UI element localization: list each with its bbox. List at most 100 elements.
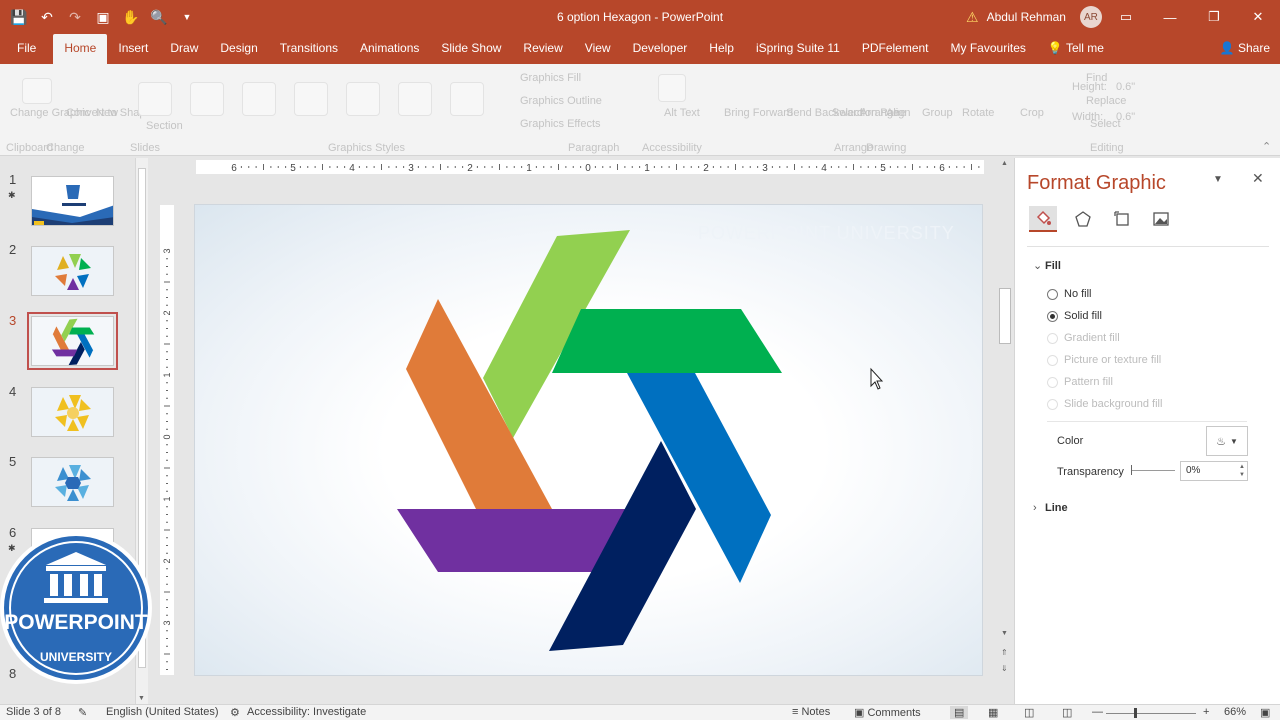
radio-button[interactable]	[1047, 332, 1058, 344]
collapse-ribbon-icon[interactable]: ⌃	[1262, 140, 1271, 153]
pane-options-icon[interactable]: ▼	[1213, 174, 1223, 185]
slide-canvas[interactable]: POWERPOINT UNIVERSITY	[194, 204, 983, 676]
avatar[interactable]: AR	[1079, 6, 1102, 28]
style-swatch[interactable]	[294, 82, 328, 116]
tab-home[interactable]: Home	[53, 34, 108, 64]
present-icon[interactable]: ▣	[92, 6, 114, 28]
customize-icon[interactable]: ▼	[176, 6, 198, 28]
picture-icon[interactable]	[1147, 206, 1175, 232]
fit-to-window-icon[interactable]: ▣	[1260, 706, 1270, 719]
tab-file[interactable]: File	[0, 34, 53, 64]
accessibility-status[interactable]: Accessibility: Investigate	[247, 706, 366, 718]
radio-button[interactable]	[1047, 288, 1058, 300]
scroll-down-icon[interactable]: ▼	[138, 695, 145, 702]
no-fill-option[interactable]: No fill	[1047, 288, 1092, 300]
new-slide-button[interactable]: New	[96, 107, 118, 119]
pattern-fill-option[interactable]: Pattern fill	[1047, 376, 1113, 388]
tab-draw[interactable]: Draw	[159, 34, 209, 64]
select-button[interactable]: Select	[1090, 118, 1121, 130]
zoom-in-icon[interactable]: +	[1203, 706, 1209, 718]
graphics-outline-button[interactable]: Graphics Outline	[520, 95, 602, 107]
notes-button[interactable]: ≡ Notes	[792, 706, 830, 718]
editor-scrollbar-thumb[interactable]	[999, 288, 1011, 344]
graphics-fill-button[interactable]: Graphics Fill	[520, 72, 581, 84]
alt-text-icon[interactable]	[658, 74, 686, 102]
close-icon[interactable]: ✕	[1236, 0, 1280, 34]
section-button[interactable]: Section	[146, 120, 183, 132]
green-segment[interactable]	[552, 309, 782, 373]
transparency-slider[interactable]	[1131, 465, 1175, 475]
find-button[interactable]: Find	[1086, 72, 1107, 84]
style-swatch[interactable]	[190, 82, 224, 116]
effects-icon[interactable]	[1069, 206, 1097, 232]
style-swatch[interactable]	[138, 82, 172, 116]
radio-button[interactable]	[1047, 398, 1058, 410]
slide-thumbnail-2[interactable]	[31, 246, 114, 296]
style-swatch[interactable]	[242, 82, 276, 116]
align-button[interactable]: Align	[886, 107, 910, 119]
tab-pdfelement[interactable]: PDFelement	[851, 34, 940, 64]
slideshow-icon[interactable]: ◫	[1062, 706, 1072, 719]
tell-me[interactable]: 💡 Tell me	[1037, 34, 1115, 64]
minimize-icon[interactable]: —	[1148, 0, 1192, 34]
fill-line-icon[interactable]	[1029, 206, 1057, 232]
tab-slide-show[interactable]: Slide Show	[430, 34, 512, 64]
rotate-button[interactable]: Rotate	[962, 107, 994, 119]
slide-thumbnail-3[interactable]	[27, 312, 118, 370]
style-swatch[interactable]	[450, 82, 484, 116]
scroll-down-icon[interactable]: ▼	[1001, 630, 1008, 637]
tab-design[interactable]: Design	[209, 34, 268, 64]
next-slide-icon[interactable]: ⇓	[1001, 664, 1008, 673]
group-button[interactable]: Group	[922, 107, 953, 119]
tab-insert[interactable]: Insert	[107, 34, 159, 64]
zoom-level[interactable]: 66%	[1224, 706, 1246, 718]
slide-thumbnail-1[interactable]	[31, 176, 114, 226]
spellcheck-icon[interactable]: ✎	[78, 706, 87, 719]
crop-button[interactable]: Crop	[1020, 107, 1044, 119]
slide-thumbnail-5[interactable]	[31, 457, 114, 507]
save-icon[interactable]: 💾	[8, 6, 30, 28]
ribbon-display-icon[interactable]: ▭	[1104, 0, 1148, 34]
purple-segment[interactable]	[397, 509, 628, 572]
graphics-effects-button[interactable]: Graphics Effects	[520, 118, 601, 130]
style-swatch[interactable]	[398, 82, 432, 116]
spinner-icon[interactable]: ▲ ▼	[1239, 463, 1245, 479]
touch-mode-icon[interactable]: ✋	[120, 6, 142, 28]
slide-background-fill-option[interactable]: Slide background fill	[1047, 398, 1162, 410]
color-picker-button[interactable]: ♨ ▼	[1206, 426, 1248, 456]
radio-button[interactable]	[1047, 354, 1058, 366]
zoom-slider-thumb[interactable]	[1134, 708, 1137, 718]
size-properties-icon[interactable]	[1108, 206, 1136, 232]
tab-my-favourites[interactable]: My Favourites	[940, 34, 1037, 64]
radio-button[interactable]	[1047, 310, 1058, 322]
user-area[interactable]: ⚠ Abdul Rehman AR	[966, 0, 1102, 34]
comments-button[interactable]: ▣ Comments	[854, 706, 921, 719]
height-input[interactable]: 0.6"	[1116, 81, 1135, 93]
picture-texture-fill-option[interactable]: Picture or texture fill	[1047, 354, 1161, 366]
tab-help[interactable]: Help	[698, 34, 745, 64]
alt-text-button[interactable]: Alt Text	[664, 107, 700, 119]
tab-view[interactable]: View	[574, 34, 622, 64]
undo-icon[interactable]: ↶	[36, 6, 58, 28]
vertical-ruler[interactable]: 3 2 1 0 1 2 3	[160, 205, 174, 675]
redo-icon[interactable]: ↷	[64, 6, 86, 28]
horizontal-ruler[interactable]: 6 5 4 3 2 1 0 1 2 3 4 5 6	[196, 160, 984, 174]
editor-scrollbar[interactable]: ▲ ▼ ⇑ ⇓	[998, 158, 1012, 704]
slide-sorter-icon[interactable]: ▦	[988, 706, 998, 719]
change-graphic-icon[interactable]	[22, 78, 52, 104]
tab-ispring[interactable]: iSpring Suite 11	[745, 34, 851, 64]
slide-counter[interactable]: Slide 3 of 8	[6, 706, 61, 718]
normal-view-icon[interactable]: ▤	[950, 706, 969, 719]
zoom-slider[interactable]	[1106, 713, 1196, 714]
replace-button[interactable]: Replace	[1086, 95, 1126, 107]
zoom-out-icon[interactable]: —	[1092, 706, 1103, 718]
language-status[interactable]: English (United States)	[106, 706, 219, 718]
share-button[interactable]: 👤 Share	[1220, 34, 1270, 64]
close-pane-icon[interactable]: ✕	[1252, 170, 1264, 187]
scroll-up-icon[interactable]: ▲	[1001, 160, 1008, 167]
gradient-fill-option[interactable]: Gradient fill	[1047, 332, 1120, 344]
radio-button[interactable]	[1047, 376, 1058, 388]
previous-slide-icon[interactable]: ⇑	[1001, 648, 1008, 657]
tab-animations[interactable]: Animations	[349, 34, 430, 64]
tab-transitions[interactable]: Transitions	[269, 34, 349, 64]
